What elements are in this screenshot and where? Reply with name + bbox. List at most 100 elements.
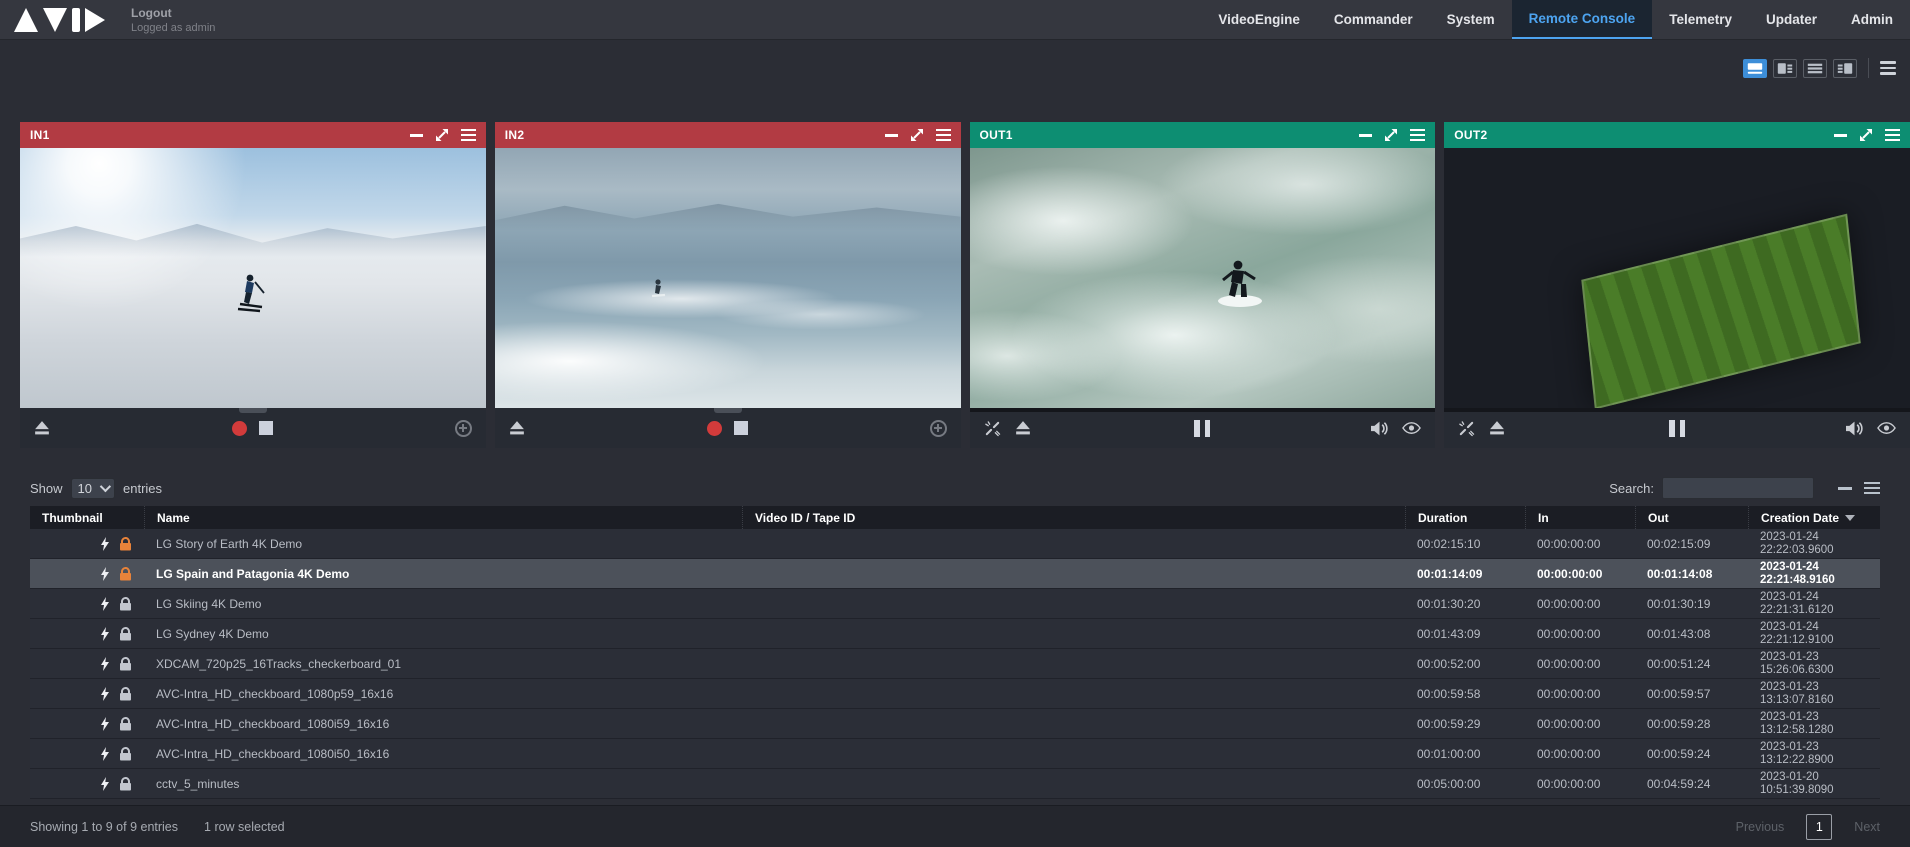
table-body: LG Story of Earth 4K Demo 00:02:15:10 00… bbox=[30, 529, 1880, 799]
sort-descending-icon bbox=[1845, 514, 1856, 521]
expand-icon[interactable] bbox=[1859, 128, 1873, 142]
stop-button[interactable] bbox=[734, 421, 749, 435]
column-header-duration[interactable]: Duration bbox=[1405, 506, 1525, 529]
nav-item-videoengine[interactable]: VideoEngine bbox=[1201, 0, 1317, 39]
row-time: 22:22:03.9600 bbox=[1760, 543, 1834, 556]
column-header-in[interactable]: In bbox=[1525, 506, 1635, 529]
add-circle-icon[interactable] bbox=[454, 419, 472, 437]
expand-icon[interactable] bbox=[910, 128, 924, 142]
eject-icon[interactable] bbox=[1489, 421, 1505, 435]
table-row[interactable]: LG Sydney 4K Demo 00:01:43:09 00:00:00:0… bbox=[30, 619, 1880, 649]
row-in: 00:00:00:00 bbox=[1537, 566, 1603, 581]
nav-item-commander[interactable]: Commander bbox=[1317, 0, 1430, 39]
unlink-icon[interactable] bbox=[984, 420, 1001, 437]
row-duration: 00:02:15:10 bbox=[1417, 536, 1481, 551]
avid-logo-triangle-up-icon bbox=[14, 7, 38, 32]
next-page-button[interactable]: Next bbox=[1854, 820, 1880, 834]
table-row[interactable]: XDCAM_720p25_16Tracks_checkerboard_01 00… bbox=[30, 649, 1880, 679]
row-name: LG Sydney 4K Demo bbox=[156, 626, 269, 641]
table-row[interactable]: LG Story of Earth 4K Demo 00:02:15:10 00… bbox=[30, 529, 1880, 559]
row-name: AVC-Intra_HD_checkboard_1080p59_16x16 bbox=[156, 686, 394, 701]
minimize-icon[interactable] bbox=[1359, 133, 1373, 137]
panel-out1: OUT1 bbox=[969, 122, 1436, 448]
layout-list-only-button[interactable] bbox=[1803, 58, 1827, 78]
volume-icon[interactable] bbox=[1846, 421, 1863, 436]
row-date: 2023-01-24 bbox=[1760, 560, 1819, 573]
record-button[interactable] bbox=[707, 420, 723, 436]
panel-out2-video[interactable] bbox=[1444, 148, 1910, 408]
row-date: 2023-01-23 bbox=[1760, 710, 1819, 723]
page-size-select[interactable]: 10 bbox=[70, 477, 115, 499]
table-row[interactable]: LG Spain and Patagonia 4K Demo 00:01:14:… bbox=[30, 559, 1880, 589]
lock-icon bbox=[119, 596, 132, 611]
panel-menu-icon[interactable] bbox=[1410, 128, 1426, 142]
volume-icon[interactable] bbox=[1371, 421, 1388, 436]
table-row[interactable]: AVC-Intra_HD_checkboard_1080p59_16x16 00… bbox=[30, 679, 1880, 709]
row-in: 00:00:00:00 bbox=[1537, 656, 1601, 671]
expand-icon[interactable] bbox=[1384, 128, 1398, 142]
nav-item-system[interactable]: System bbox=[1430, 0, 1512, 39]
page-number-button[interactable]: 1 bbox=[1806, 813, 1833, 840]
page-size-value: 10 bbox=[77, 480, 92, 496]
row-duration: 00:05:00:00 bbox=[1417, 776, 1481, 791]
previous-page-button[interactable]: Previous bbox=[1736, 820, 1785, 834]
panel-menu-icon[interactable] bbox=[1885, 128, 1900, 142]
column-header-video-id[interactable]: Video ID / Tape ID bbox=[742, 506, 1405, 529]
column-header-out[interactable]: Out bbox=[1635, 506, 1748, 529]
column-header-creation-date[interactable]: Creation Date bbox=[1748, 506, 1880, 529]
panel-in1-header: IN1 bbox=[20, 122, 486, 148]
panel-in2-video[interactable] bbox=[494, 148, 961, 408]
seek-bar[interactable] bbox=[1444, 408, 1910, 412]
row-out: 00:00:59:57 bbox=[1647, 686, 1711, 701]
drag-handle[interactable] bbox=[713, 408, 742, 413]
layout-preview-left-button[interactable] bbox=[1773, 58, 1797, 78]
panel-menu-icon[interactable] bbox=[935, 128, 951, 142]
lightning-icon bbox=[100, 596, 110, 611]
expand-icon[interactable] bbox=[435, 128, 449, 142]
pause-button[interactable] bbox=[1669, 419, 1686, 437]
drag-handle[interactable] bbox=[238, 408, 267, 413]
record-button[interactable] bbox=[232, 420, 248, 436]
minimize-icon[interactable] bbox=[884, 133, 898, 137]
table-controls: Show 10 entries Search: bbox=[30, 470, 1880, 506]
layout-preview-right-button[interactable] bbox=[1833, 58, 1857, 78]
hamburger-menu-icon[interactable] bbox=[1880, 61, 1896, 75]
nav-item-updater[interactable]: Updater bbox=[1749, 0, 1834, 39]
rows-selected-text: 1 row selected bbox=[204, 819, 285, 834]
eject-icon[interactable] bbox=[509, 421, 525, 435]
table-row[interactable]: AVC-Intra_HD_checkboard_1080i59_16x16 00… bbox=[30, 709, 1880, 739]
pause-button[interactable] bbox=[1194, 419, 1211, 437]
eye-icon[interactable] bbox=[1877, 422, 1896, 434]
nav-item-remote-console[interactable]: Remote Console bbox=[1511, 0, 1653, 39]
table-row[interactable]: cctv_5_minutes 00:05:00:00 00:00:00:00 0… bbox=[30, 769, 1880, 799]
table-menu-icon[interactable] bbox=[1864, 481, 1880, 495]
add-circle-icon[interactable] bbox=[929, 419, 947, 437]
search-input[interactable] bbox=[1662, 477, 1814, 499]
row-out: 00:02:15:09 bbox=[1647, 536, 1711, 551]
row-in: 00:00:00:00 bbox=[1537, 626, 1601, 641]
seek-bar[interactable] bbox=[969, 408, 1436, 412]
panel-in1-video[interactable] bbox=[20, 148, 486, 408]
unlink-icon[interactable] bbox=[1458, 420, 1475, 437]
layout-preview-top-button[interactable] bbox=[1743, 58, 1767, 78]
nav-item-telemetry[interactable]: Telemetry bbox=[1652, 0, 1749, 39]
stop-button[interactable] bbox=[259, 421, 274, 435]
panel-out1-video[interactable] bbox=[969, 148, 1436, 408]
column-header-thumbnail[interactable]: Thumbnail bbox=[30, 506, 144, 529]
row-name: XDCAM_720p25_16Tracks_checkerboard_01 bbox=[156, 656, 402, 671]
eject-icon[interactable] bbox=[34, 421, 50, 435]
eye-icon[interactable] bbox=[1402, 422, 1422, 434]
row-out: 00:01:14:08 bbox=[1647, 566, 1713, 581]
table-footer: Showing 1 to 9 of 9 entries 1 row select… bbox=[0, 805, 1910, 847]
logout-link[interactable]: Logout bbox=[131, 6, 215, 20]
nav-item-admin[interactable]: Admin bbox=[1834, 0, 1910, 39]
panel-menu-icon[interactable] bbox=[460, 128, 476, 142]
table-minimize-icon[interactable] bbox=[1838, 486, 1852, 490]
table-row[interactable]: LG Skiing 4K Demo 00:01:30:20 00:00:00:0… bbox=[30, 589, 1880, 619]
eject-icon[interactable] bbox=[1015, 421, 1031, 435]
lightning-icon bbox=[100, 686, 110, 701]
minimize-icon[interactable] bbox=[1834, 133, 1847, 137]
table-row[interactable]: AVC-Intra_HD_checkboard_1080i50_16x16 00… bbox=[30, 739, 1880, 769]
minimize-icon[interactable] bbox=[409, 133, 423, 137]
column-header-name[interactable]: Name bbox=[144, 506, 742, 529]
